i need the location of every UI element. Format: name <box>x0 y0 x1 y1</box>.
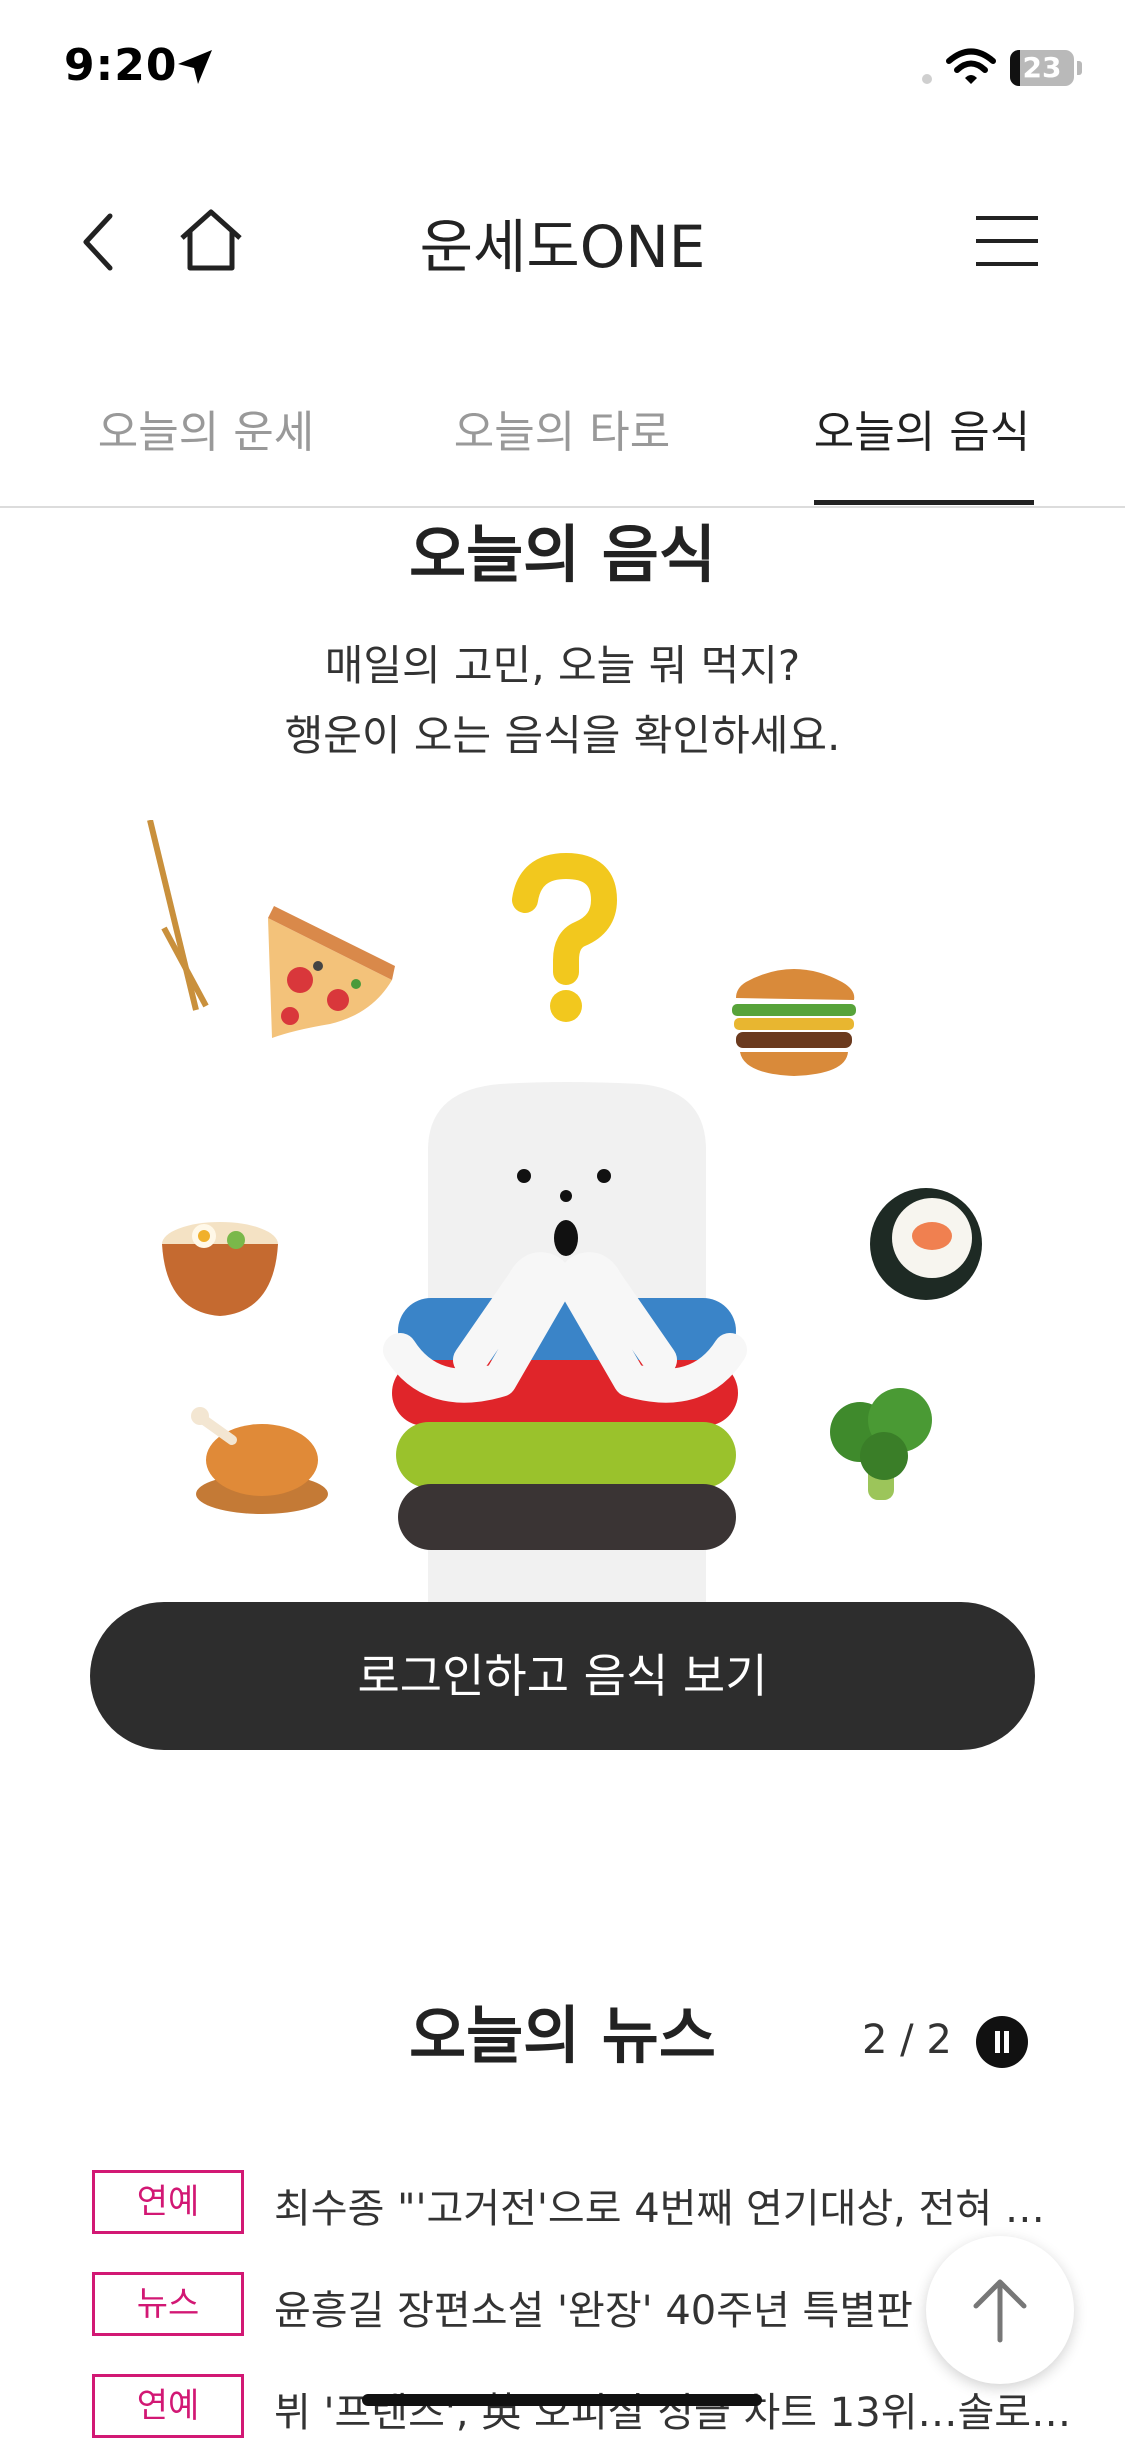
food-section-title: 오늘의 음식 <box>409 518 716 591</box>
news-category-badge: 연예 <box>92 2170 244 2234</box>
home-indicator[interactable] <box>362 2394 762 2406</box>
wifi-icon <box>946 48 996 84</box>
login-view-food-button[interactable]: 로그인하고 음식 보기 <box>90 1602 1035 1750</box>
arrow-up-icon <box>973 2279 1027 2343</box>
character-icon <box>383 1082 747 1620</box>
app-title: 운세도ONE <box>419 213 706 281</box>
news-section-title: 오늘의 뉴스 <box>409 1999 716 2072</box>
tab-tarot[interactable]: 오늘의 타로 <box>412 396 712 460</box>
scroll-to-top-button[interactable] <box>926 2236 1074 2384</box>
roast-chicken-icon <box>191 1407 328 1514</box>
news-headline[interactable]: 최수종 "'고거전'으로 4번째 연기대상, 전혀 … <box>274 2176 1104 2234</box>
status-time: 9:20 <box>64 40 178 91</box>
news-page-indicator: 2 / 2 <box>862 2017 952 2063</box>
tab-food[interactable]: 오늘의 음식 <box>782 396 1062 460</box>
hamburger-menu-icon[interactable] <box>974 214 1040 268</box>
news-item[interactable]: 연예 최수종 "'고거전'으로 4번째 연기대상, 전혀 … <box>92 2170 1092 2234</box>
battery-cap <box>1077 61 1082 75</box>
question-mark-icon <box>512 852 618 1022</box>
status-bar: 9:20 23 <box>0 0 1125 130</box>
food-description-line1: 매일의 고민, 오늘 뭐 먹지? <box>324 641 801 690</box>
food-character-illustration <box>147 820 982 1620</box>
broccoli-icon <box>830 1388 932 1500</box>
food-description-line2: 행운이 오는 음식을 확인하세요. <box>284 711 841 760</box>
news-headline[interactable]: 뷔 '프렌즈', 英 오피셜 싱글 차트 13위…솔로… <box>274 2380 1104 2438</box>
news-category-badge: 뉴스 <box>92 2272 244 2336</box>
app-header: 운세도ONE <box>0 170 1125 310</box>
pause-icon[interactable] <box>976 2016 1028 2068</box>
news-category-badge: 연예 <box>92 2374 244 2438</box>
ramen-bowl-icon <box>147 820 278 1316</box>
tab-bar: 오늘의 운세 오늘의 타로 오늘의 음식 <box>0 372 1125 508</box>
battery-icon: 23 <box>1010 50 1074 86</box>
battery-level: 23 <box>1022 51 1062 84</box>
location-arrow-icon <box>178 50 212 84</box>
sushi-roll-icon <box>870 1188 982 1300</box>
tab-fortune[interactable]: 오늘의 운세 <box>56 396 356 460</box>
burger-icon <box>732 969 856 1076</box>
pizza-icon <box>268 906 395 1038</box>
privacy-dot <box>922 74 932 84</box>
